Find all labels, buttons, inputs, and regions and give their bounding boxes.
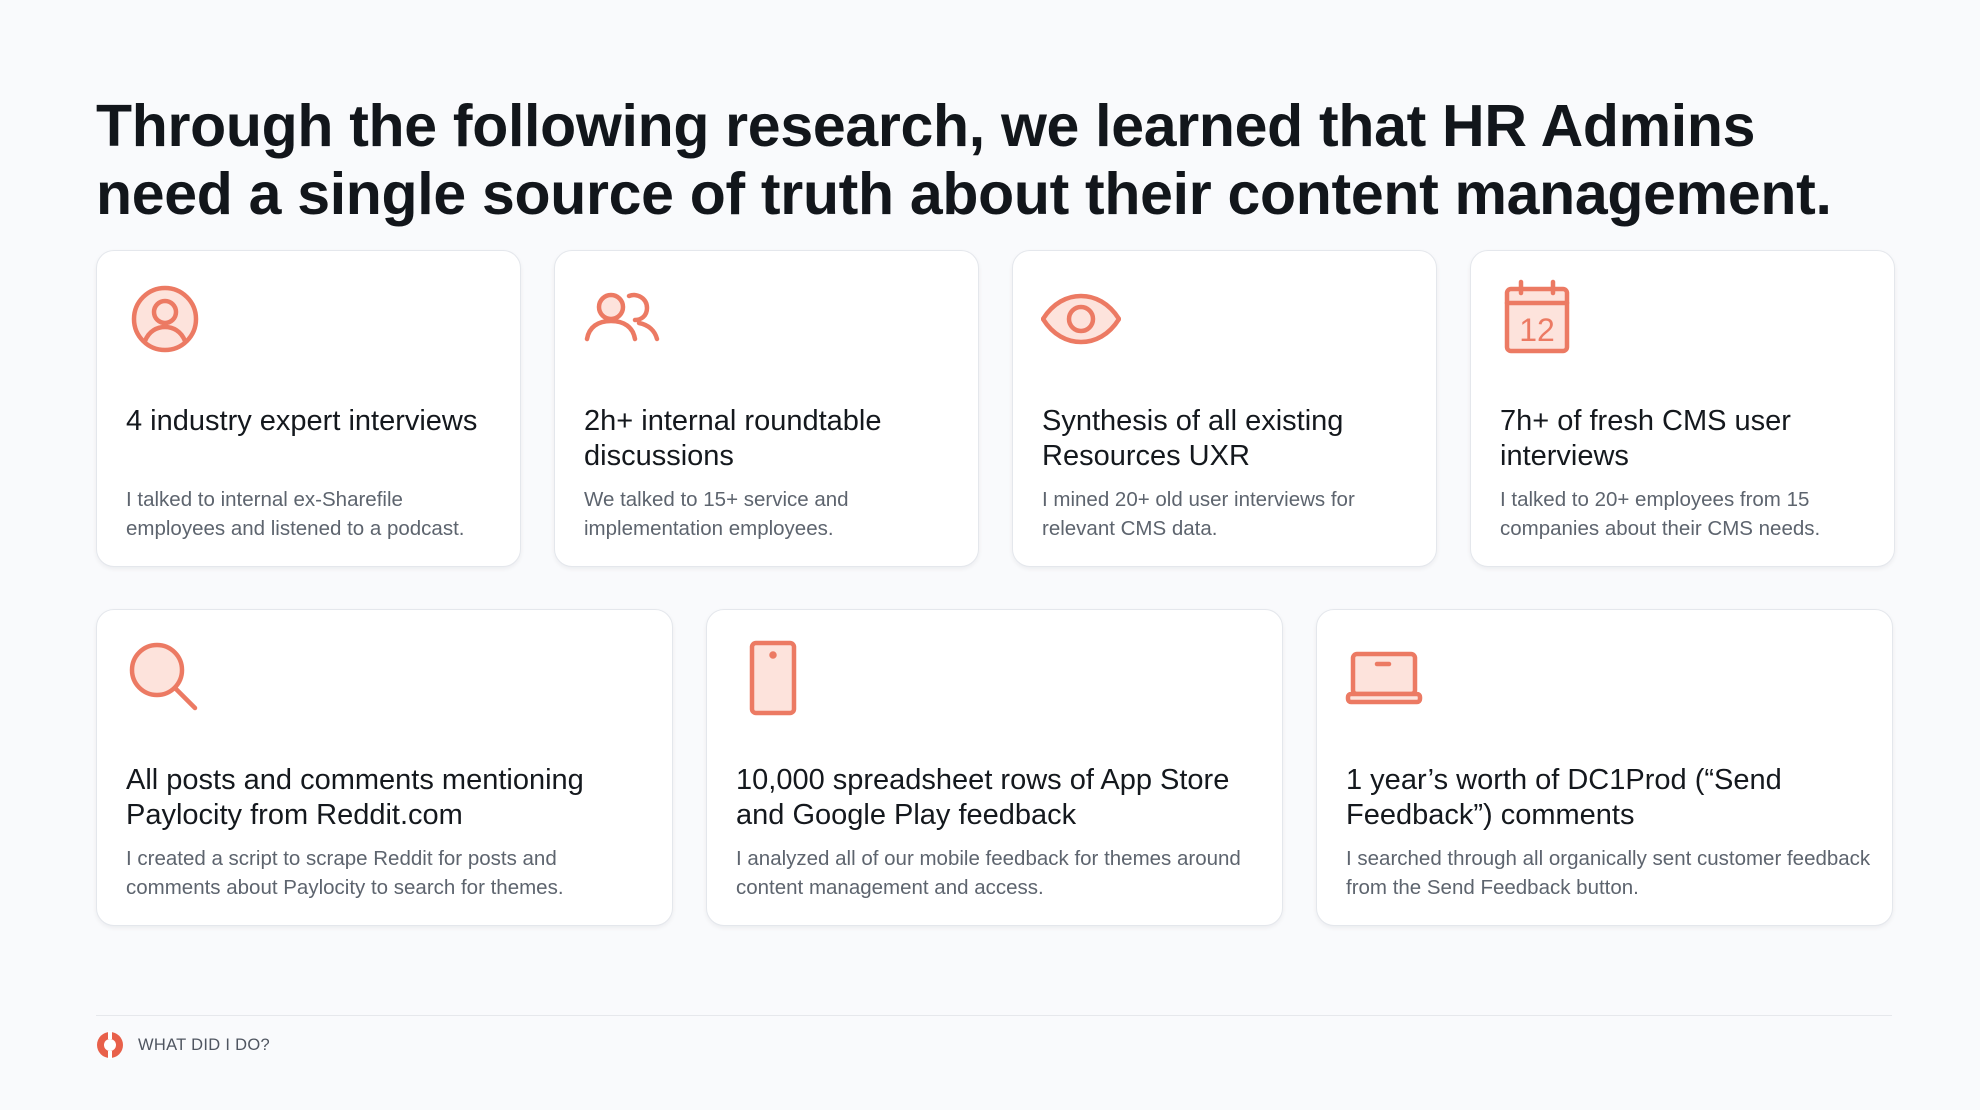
card-title: 2h+ internal roundtable discussions <box>584 405 882 472</box>
card-description: I created a script to scrape Reddit for … <box>126 847 564 899</box>
card-title: 4 industry expert interviews <box>126 405 478 437</box>
card-description: I searched through all organically sent … <box>1346 847 1871 899</box>
card-title: 10,000 spreadsheet rows of App Store and… <box>736 764 1230 831</box>
laptop-icon <box>1345 638 1425 718</box>
calendar-day-label: 12 <box>1519 312 1555 348</box>
research-card: 2h+ internal roundtable discussions We t… <box>554 250 979 567</box>
search-icon <box>125 638 205 718</box>
research-card: All posts and comments mentioning Payloc… <box>96 609 673 926</box>
research-card: 4 industry expert interviews I talked to… <box>96 250 521 567</box>
user-circle-icon <box>125 279 205 359</box>
research-card: 12 7h+ of fresh CMS user interviews I ta… <box>1470 250 1895 567</box>
card-description: I talked to 20+ employees from 15 compan… <box>1500 488 1821 540</box>
footer-label: WHAT DID I DO? <box>138 1035 270 1054</box>
users-icon <box>583 279 663 359</box>
research-card: 1 year’s worth of DC1Prod (“Send Feedbac… <box>1316 609 1893 926</box>
research-cards-row-1: 4 industry expert interviews I talked to… <box>96 250 1895 567</box>
slide: Through the following research, we learn… <box>0 0 1980 1110</box>
calendar-icon: 12 <box>1499 279 1579 359</box>
card-title: 1 year’s worth of DC1Prod (“Send Feedbac… <box>1346 764 1782 831</box>
card-description: We talked to 15+ service and implementat… <box>584 488 849 540</box>
card-description: I analyzed all of our mobile feedback fo… <box>736 847 1241 899</box>
card-title: 7h+ of fresh CMS user interviews <box>1500 405 1791 472</box>
mobile-phone-icon <box>735 638 815 718</box>
card-title: All posts and comments mentioning Payloc… <box>126 764 584 831</box>
brand-logo-icon <box>96 1031 124 1059</box>
research-card: 10,000 spreadsheet rows of App Store and… <box>706 609 1283 926</box>
research-cards-row-2: All posts and comments mentioning Payloc… <box>96 609 1893 926</box>
page-title: Through the following research, we learn… <box>96 93 1832 227</box>
footer-divider <box>96 1015 1892 1016</box>
card-description: I mined 20+ old user interviews for rele… <box>1042 488 1355 540</box>
footer: WHAT DID I DO? <box>96 1030 270 1060</box>
eye-icon <box>1041 279 1121 359</box>
card-description: I talked to internal ex-Sharefile employ… <box>126 488 465 540</box>
research-card: Synthesis of all existing Resources UXR … <box>1012 250 1437 567</box>
card-title: Synthesis of all existing Resources UXR <box>1042 405 1344 472</box>
